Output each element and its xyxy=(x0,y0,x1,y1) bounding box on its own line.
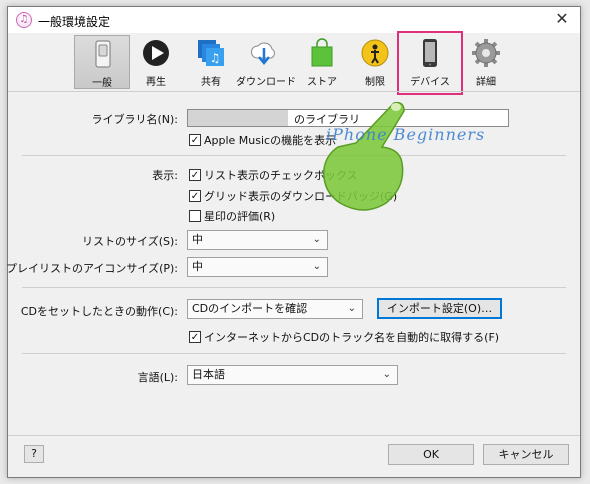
switch-icon xyxy=(95,40,111,68)
cancel-button[interactable]: キャンセル xyxy=(483,444,569,465)
list-size-select[interactable]: 中 ⌄ xyxy=(187,230,328,250)
tab-playback[interactable]: 再生 xyxy=(128,35,184,89)
ok-button[interactable]: OK xyxy=(388,444,474,465)
svg-text:♫: ♫ xyxy=(210,51,221,65)
section-divider-2 xyxy=(22,287,566,288)
tab-store[interactable]: ストア xyxy=(294,35,350,89)
tab-advanced[interactable]: 詳細 xyxy=(458,35,514,89)
chevron-down-icon: ⌄ xyxy=(312,234,321,245)
playlist-icon-size-label: プレイリストのアイコンサイズ(P): xyxy=(5,262,178,275)
window-title: 一般環境設定 xyxy=(38,15,111,29)
gear-icon xyxy=(472,39,500,67)
title-bar: ♫ 一般環境設定 ✕ xyxy=(8,7,580,33)
cd-action-select[interactable]: CDのインポートを確認 ⌄ xyxy=(187,299,363,319)
cd-action-label: CDをセットしたときの動作(C): xyxy=(20,305,178,318)
itunes-app-icon: ♫ xyxy=(16,12,32,28)
play-icon xyxy=(143,40,169,66)
apple-music-checkbox-box: ✓ xyxy=(189,134,201,146)
list-size-label: リストのサイズ(S): xyxy=(82,235,178,248)
display-label: 表示: xyxy=(152,169,178,182)
star-rating-option-label: 星印の評価(R) xyxy=(204,210,276,223)
help-button[interactable]: ? xyxy=(24,445,44,463)
auto-track-names-checkbox-box: ✓ xyxy=(189,331,201,343)
preferences-window: ♫ 一般環境設定 ✕ 一般 再生 ♫ 共有 ダウンロード ストア 制限 デバイス… xyxy=(5,6,581,478)
tab-general-label: 一般 xyxy=(92,78,112,89)
chevron-down-icon: ⌄ xyxy=(347,303,356,314)
store-bag-icon xyxy=(311,38,333,67)
tab-downloads-label: ダウンロード xyxy=(236,77,296,88)
tab-playback-label: 再生 xyxy=(146,77,166,88)
apple-music-checkbox[interactable]: ✓ Apple Musicの機能を表示 xyxy=(189,132,336,148)
library-name-label: ライブラリ名(N): xyxy=(91,113,178,126)
shared-music-icon: ♫ xyxy=(198,40,224,66)
watermark-text: iPhone Beginners xyxy=(326,125,486,144)
tab-sharing[interactable]: ♫ 共有 xyxy=(183,35,239,89)
devices-highlight-box xyxy=(397,31,463,95)
close-button[interactable]: ✕ xyxy=(550,9,574,29)
redacted-name-block xyxy=(188,110,288,126)
grid-download-badge-option-box: ✓ xyxy=(189,190,201,202)
language-label: 言語(L): xyxy=(137,371,178,384)
parental-restriction-icon xyxy=(361,39,389,67)
footer-divider xyxy=(8,435,580,436)
tab-downloads[interactable]: ダウンロード xyxy=(236,35,296,89)
import-settings-button[interactable]: インポート設定(O)… xyxy=(377,298,502,319)
chevron-down-icon: ⌄ xyxy=(382,369,391,380)
tab-general[interactable]: 一般 xyxy=(74,35,130,89)
star-rating-option[interactable]: 星印の評価(R) xyxy=(189,208,275,224)
auto-track-names-checkbox-label: インターネットからCDのトラック名を自動的に取得する(F) xyxy=(204,331,500,344)
tab-advanced-label: 詳細 xyxy=(476,77,496,88)
pointing-hand-overlay xyxy=(323,101,405,211)
tab-restrictions-label: 制限 xyxy=(365,77,385,88)
tab-sharing-label: 共有 xyxy=(201,77,221,88)
section-divider-3 xyxy=(22,353,566,354)
tab-store-label: ストア xyxy=(307,77,337,88)
preferences-toolbar: 一般 再生 ♫ 共有 ダウンロード ストア 制限 デバイス 詳細 xyxy=(8,33,580,91)
cloud-download-icon xyxy=(251,42,275,65)
language-value: 日本語 xyxy=(192,368,225,381)
cd-action-value: CDのインポートを確認 xyxy=(192,302,308,315)
playlist-icon-size-select[interactable]: 中 ⌄ xyxy=(187,257,328,277)
section-divider-1 xyxy=(22,155,566,156)
star-rating-option-box xyxy=(189,210,201,222)
toolbar-divider xyxy=(8,91,580,92)
playlist-icon-size-value: 中 xyxy=(192,260,203,273)
chevron-down-icon: ⌄ xyxy=(312,261,321,272)
list-checkbox-option-box: ✓ xyxy=(189,169,201,181)
tab-restrictions[interactable]: 制限 xyxy=(347,35,403,89)
list-size-value: 中 xyxy=(192,233,203,246)
language-select[interactable]: 日本語 ⌄ xyxy=(187,365,398,385)
auto-track-names-checkbox[interactable]: ✓ インターネットからCDのトラック名を自動的に取得する(F) xyxy=(189,329,499,345)
